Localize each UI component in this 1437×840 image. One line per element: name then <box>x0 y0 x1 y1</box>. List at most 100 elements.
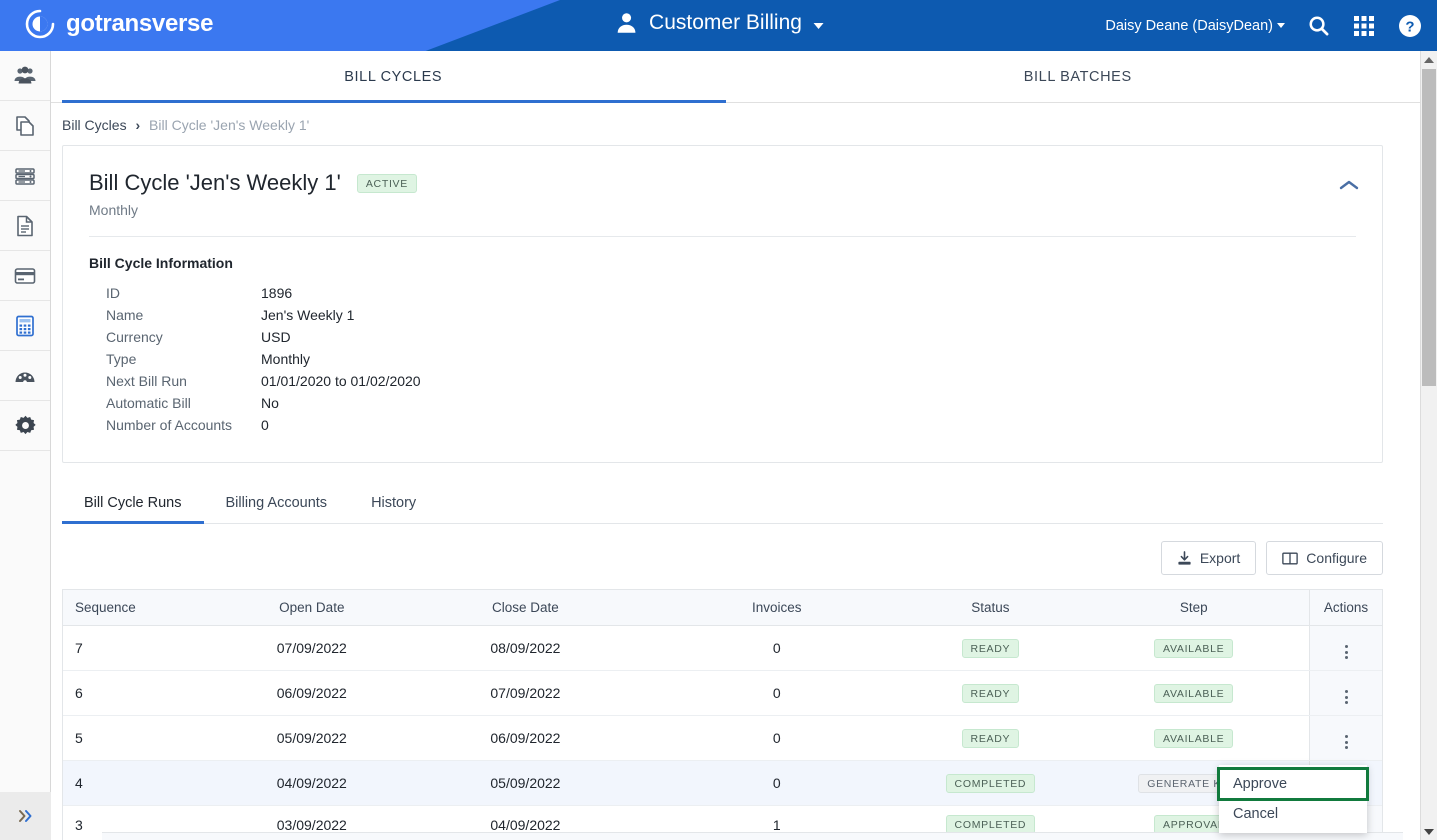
menu-item-approve[interactable]: Approve <box>1217 767 1369 801</box>
help-circle-icon[interactable]: ? <box>1397 13 1423 39</box>
chevron-down-icon <box>1277 22 1285 28</box>
sidebar-item-documents[interactable] <box>0 201 50 251</box>
svg-text:?: ? <box>1405 18 1414 35</box>
column-header-invoices[interactable]: Invoices <box>651 590 903 626</box>
column-header-actions: Actions <box>1309 590 1382 626</box>
cell-sequence: 4 <box>63 760 224 806</box>
table-row[interactable]: 7 07/09/2022 08/09/2022 0 READY AVAILABL… <box>63 625 1382 671</box>
card-body: Bill Cycle Information ID 1896 Name Jen's … <box>63 237 1382 462</box>
cell-status: READY <box>902 670 1079 716</box>
row-actions-dropdown-menu: Approve Cancel <box>1217 765 1369 833</box>
row-actions-menu-button[interactable] <box>1341 643 1352 661</box>
cell-close-date: 06/09/2022 <box>399 715 652 761</box>
table-row[interactable]: 6 06/09/2022 07/09/2022 0 READY AVAILABL… <box>63 670 1382 716</box>
brand-logo-area[interactable]: gotransverse <box>24 8 213 40</box>
info-row: ID 1896 <box>89 282 421 304</box>
table-row[interactable]: 5 05/09/2022 06/09/2022 0 READY AVAILABL… <box>63 715 1382 761</box>
tab-history-label: History <box>371 495 417 511</box>
scrollbar-thumb[interactable] <box>1422 69 1436 386</box>
copy-documents-icon <box>16 115 34 136</box>
sidebar-expand-button[interactable] <box>0 792 51 840</box>
cell-actions <box>1309 715 1382 761</box>
info-value: No <box>261 395 279 411</box>
tab-billing-accounts[interactable]: Billing Accounts <box>204 484 350 523</box>
tab-billing-accounts-label: Billing Accounts <box>225 495 328 511</box>
user-menu[interactable]: Daisy Deane (DaisyDean) <box>1105 18 1285 34</box>
cell-open-date: 04/09/2022 <box>223 760 400 806</box>
info-value: Jen's Weekly 1 <box>261 307 355 323</box>
top-navigation-bar: gotransverse Customer Billing Daisy Dean… <box>0 0 1437 51</box>
table-row[interactable]: 4 04/09/2022 05/09/2022 0 COMPLETED GENE… <box>63 760 1382 806</box>
card-subtitle: Monthly <box>89 202 139 218</box>
export-button[interactable]: Export <box>1160 541 1257 575</box>
scroll-up-button[interactable] <box>1421 51 1437 68</box>
cell-open-date: 06/09/2022 <box>223 670 400 716</box>
vertical-scrollbar[interactable] <box>1420 51 1437 840</box>
scroll-down-button[interactable] <box>1421 823 1437 840</box>
row-actions-menu-button[interactable] <box>1341 733 1352 751</box>
table-body: 7 07/09/2022 08/09/2022 0 READY AVAILABL… <box>63 625 1382 840</box>
tab-bill-batches-label: BILL BATCHES <box>1023 68 1132 85</box>
triangle-up-icon <box>1424 56 1434 63</box>
column-header-status[interactable]: Status <box>902 590 1079 626</box>
info-row: Type Monthly <box>89 348 421 370</box>
breadcrumb-root[interactable]: Bill Cycles <box>62 117 127 133</box>
step-badge: AVAILABLE <box>1154 683 1234 703</box>
info-row: Number of Accounts 0 <box>89 414 421 436</box>
triangle-down-icon <box>1424 828 1434 835</box>
info-label: Next Bill Run <box>106 373 187 389</box>
cell-sequence: 7 <box>63 625 224 671</box>
tab-bill-cycles[interactable]: BILL CYCLES <box>51 51 736 102</box>
configure-label: Configure <box>1306 550 1367 566</box>
column-header-step[interactable]: Step <box>1078 590 1310 626</box>
cell-open-date: 05/09/2022 <box>223 715 400 761</box>
status-badge: COMPLETED <box>945 773 1036 793</box>
sidebar-item-billing[interactable] <box>0 301 50 351</box>
app-title-label: Customer Billing <box>649 11 802 34</box>
sidebar-item-customers[interactable] <box>0 51 50 101</box>
status-badge: READY <box>961 728 1020 748</box>
credit-card-icon <box>14 267 36 284</box>
sidebar-item-reports[interactable] <box>0 351 50 401</box>
calculator-icon <box>16 315 34 336</box>
info-value: Monthly <box>261 351 311 367</box>
tab-bill-cycle-runs[interactable]: Bill Cycle Runs <box>62 484 204 523</box>
step-badge: AVAILABLE <box>1154 728 1234 748</box>
card-header: Bill Cycle 'Jen's Weekly 1' ACTIVE Month… <box>63 146 1382 218</box>
sidebar-item-payments[interactable] <box>0 251 50 301</box>
info-label: Currency <box>106 329 163 345</box>
people-icon <box>14 66 36 83</box>
column-header-open-date[interactable]: Open Date <box>223 590 400 626</box>
page-title: Bill Cycle 'Jen's Weekly 1' <box>89 170 341 195</box>
info-value: 0 <box>261 417 269 433</box>
menu-item-cancel[interactable]: Cancel <box>1219 799 1367 829</box>
brand-name: gotransverse <box>66 10 214 37</box>
server-stack-icon <box>15 167 35 185</box>
search-icon[interactable] <box>1305 13 1331 39</box>
card-collapse-button[interactable] <box>1334 170 1364 200</box>
sidebar-item-products[interactable] <box>0 101 50 151</box>
column-header-sequence[interactable]: Sequence <box>63 590 224 626</box>
grid-apps-icon[interactable] <box>1351 13 1377 39</box>
info-value: 01/01/2020 to 01/02/2020 <box>261 373 421 389</box>
sidebar-item-catalog[interactable] <box>0 151 50 201</box>
cell-close-date: 05/09/2022 <box>399 760 652 806</box>
user-icon <box>617 13 635 33</box>
cell-invoices: 0 <box>651 715 903 761</box>
column-header-close-date[interactable]: Close Date <box>399 590 652 626</box>
sidebar-item-settings[interactable] <box>0 401 50 451</box>
info-label: Number of Accounts <box>106 417 233 433</box>
breadcrumb-current: Bill Cycle 'Jen's Weekly 1' <box>149 117 310 133</box>
speedometer-icon <box>15 372 35 384</box>
tab-bill-batches[interactable]: BILL BATCHES <box>736 51 1421 102</box>
cell-invoices: 0 <box>651 760 903 806</box>
tab-history[interactable]: History <box>349 484 438 523</box>
row-actions-menu-button[interactable] <box>1341 688 1352 706</box>
gear-icon <box>14 415 36 435</box>
info-row: Currency USD <box>89 326 421 348</box>
configure-button[interactable]: Configure <box>1266 541 1383 575</box>
app-title-dropdown[interactable]: Customer Billing <box>613 10 824 36</box>
circle-swirl-logo-icon <box>25 9 55 39</box>
cell-step: AVAILABLE <box>1078 715 1310 761</box>
cell-status: COMPLETED <box>902 760 1079 806</box>
